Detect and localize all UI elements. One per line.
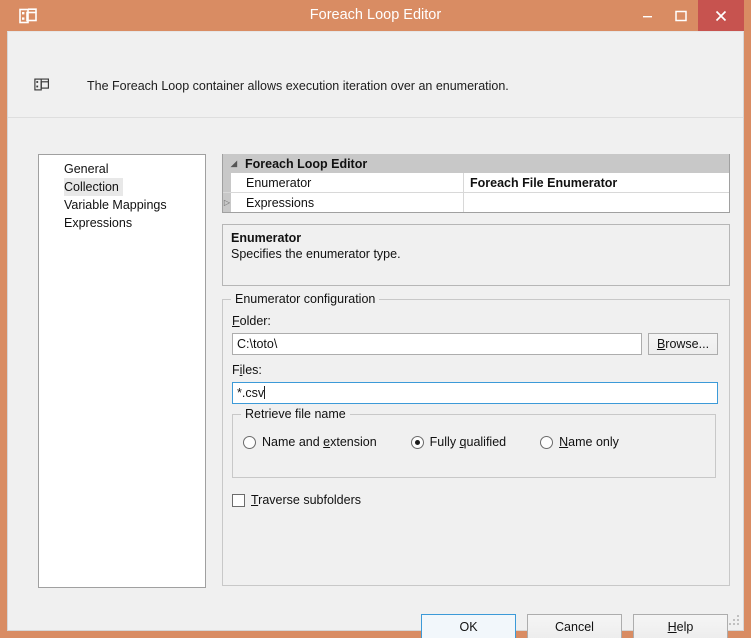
radio-icon[interactable] (540, 435, 554, 449)
enumerator-configuration-group: Enumerator configuration Folder: C:\toto… (222, 292, 730, 586)
header-description-strip: The Foreach Loop container allows execut… (8, 32, 743, 118)
resize-grip[interactable] (728, 615, 740, 627)
dialog-description: The Foreach Loop container allows execut… (87, 79, 509, 93)
foreach-loop-icon (34, 76, 52, 96)
page-list[interactable]: General Collection Variable Mappings Exp… (38, 154, 206, 588)
radio-fully-qualified[interactable]: Fully qualified (410, 435, 506, 449)
sidebar-item-general[interactable]: General (39, 160, 205, 178)
description-body: Specifies the enumerator type. (231, 247, 401, 261)
ok-button[interactable]: OK (421, 614, 516, 638)
property-name-expressions: Expressions (231, 193, 464, 212)
folder-input[interactable]: C:\toto\ (232, 333, 642, 355)
folder-label: Folder: (232, 314, 271, 328)
property-value-expressions[interactable] (464, 193, 729, 212)
collapse-triangle-icon[interactable]: ◢ (223, 159, 245, 168)
expand-triangle-icon[interactable]: ▷ (223, 193, 231, 212)
traverse-subfolders-checkbox[interactable]: Traverse subfolders (232, 493, 361, 507)
sidebar-item-expressions[interactable]: Expressions (39, 214, 205, 232)
table-row[interactable]: Enumerator Foreach File Enumerator (223, 173, 729, 193)
description-title: Enumerator (231, 231, 302, 245)
property-name-enumerator: Enumerator (231, 173, 464, 192)
cancel-button[interactable]: Cancel (527, 614, 622, 638)
checkbox-icon[interactable] (232, 493, 245, 507)
files-label: Files: (232, 363, 262, 377)
property-grid-category-header[interactable]: ◢ Foreach Loop Editor (223, 154, 729, 173)
radio-name-and-extension[interactable]: Name and extension (243, 435, 377, 449)
sidebar-item-variable-mappings[interactable]: Variable Mappings (39, 196, 205, 214)
property-grid[interactable]: ◢ Foreach Loop Editor Enumerator Foreach… (222, 154, 730, 213)
text-caret (264, 386, 266, 399)
radio-name-only[interactable]: Name only (540, 435, 619, 449)
window-controls (630, 0, 744, 31)
retrieve-file-name-radio-group: Name and extension Fully qualified Name … (243, 435, 619, 449)
foreach-loop-editor-window: Foreach Loop Editor The Foreach Loop con… (0, 0, 751, 638)
foreach-loop-icon (15, 7, 43, 25)
radio-icon-selected[interactable] (410, 435, 424, 449)
table-row[interactable]: ▷ Expressions (223, 193, 729, 212)
property-grid-category-label: Foreach Loop Editor (245, 156, 368, 171)
close-button[interactable] (698, 0, 744, 31)
help-button[interactable]: Help (633, 614, 728, 638)
title-bar[interactable]: Foreach Loop Editor (7, 0, 744, 31)
group-legend: Retrieve file name (241, 407, 350, 421)
radio-icon[interactable] (243, 435, 256, 449)
dialog-client-area: The Foreach Loop container allows execut… (7, 31, 744, 638)
row-expander-cell (223, 173, 231, 192)
minimize-button[interactable] (630, 0, 664, 31)
sidebar-item-collection[interactable]: Collection (64, 178, 123, 196)
browse-button[interactable]: Browse... (648, 333, 718, 355)
retrieve-file-name-group: Retrieve file name Name and extension Fu… (232, 407, 716, 478)
property-description-pane: Enumerator Specifies the enumerator type… (222, 224, 730, 286)
group-legend: Enumerator configuration (231, 292, 380, 306)
maximize-button[interactable] (664, 0, 698, 31)
files-input[interactable]: *.csv (232, 382, 718, 404)
property-value-enumerator[interactable]: Foreach File Enumerator (464, 173, 729, 192)
